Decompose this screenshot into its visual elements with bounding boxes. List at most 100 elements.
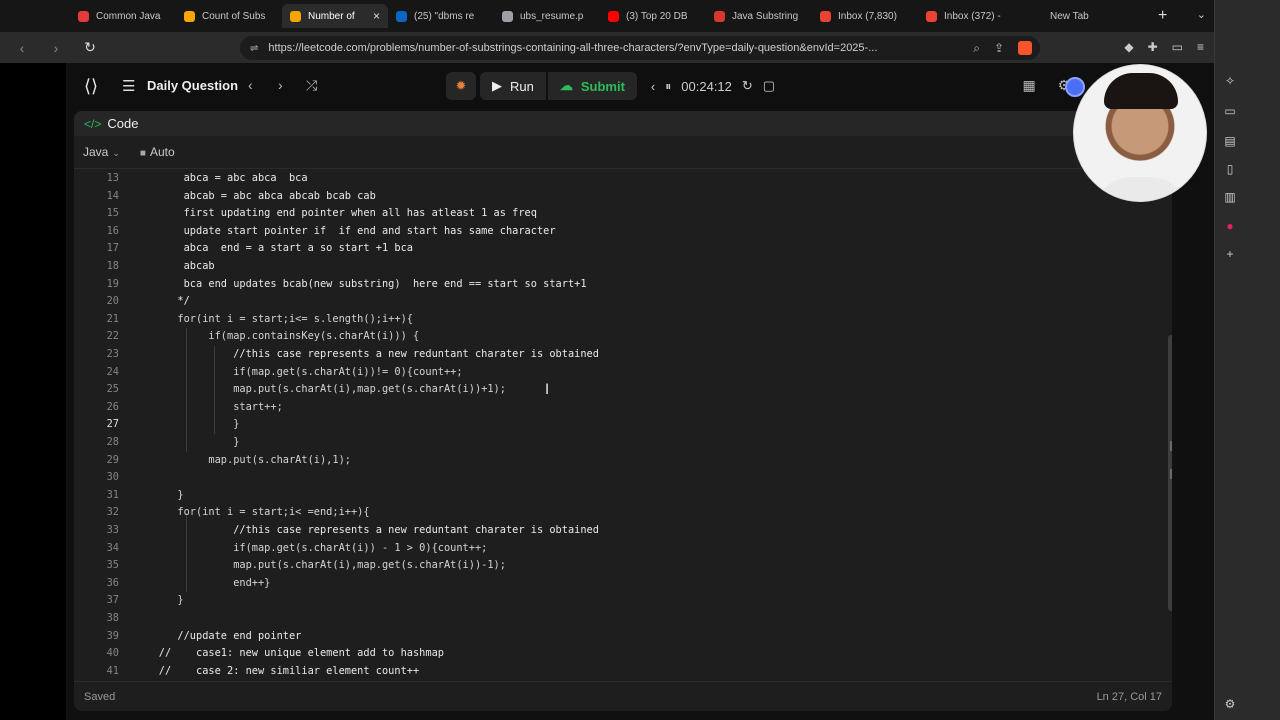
tab-favicon-icon [396, 10, 407, 22]
code-editor[interactable]: 13 abca = abc abca bca 14 abcab = abc abc… [74, 170, 1172, 681]
browser-tab[interactable]: New Tab [1024, 4, 1130, 28]
browser-tab[interactable]: Common Java [70, 4, 176, 28]
code-line[interactable]: 36 end++} [74, 575, 1154, 593]
tab-favicon-icon [714, 10, 725, 22]
brave-shields-icon[interactable] [1018, 40, 1032, 55]
upload-cloud-icon: ☁ [559, 78, 573, 93]
menu-icon[interactable]: ≡ [1197, 40, 1204, 54]
text-cursor-icon: I [545, 382, 550, 398]
code-panel-header: </> Code [74, 111, 1172, 136]
code-line[interactable]: 34 if(map.get(s.charAt(i)) - 1 > 0){coun… [74, 540, 1154, 558]
layout-icon[interactable]: ▦ [1022, 77, 1035, 94]
browser-tab[interactable]: Inbox (7,830) [812, 4, 918, 28]
daily-question-title[interactable]: Daily Question [147, 78, 238, 93]
code-line[interactable]: 32 for(int i = start;i< =end;i++){ [74, 504, 1154, 522]
code-line[interactable]: 40 // case1: new unique element add to h… [74, 645, 1154, 663]
code-line[interactable]: 17 abca end = a start a so start +1 bca [74, 240, 1154, 258]
music-icon[interactable]: ● [1215, 219, 1245, 233]
line-number: 26 [106, 400, 119, 413]
chat-icon[interactable]: ▭ [1215, 104, 1245, 118]
code-line[interactable]: 28 } [74, 434, 1154, 452]
zoom-icon[interactable]: ⌕ [973, 41, 980, 56]
code-line[interactable]: 27 } [74, 416, 1154, 434]
code-line[interactable]: 37 } [74, 592, 1154, 610]
code-line[interactable]: 30 [74, 469, 1154, 487]
code-line[interactable]: 33 //this case represents a new reduntan… [74, 522, 1154, 540]
code-text: //this case represents a new reduntant c… [134, 348, 599, 360]
code-line[interactable]: 13 abca = abc abca bca [74, 170, 1154, 188]
browser-tab[interactable]: ubs_resume.p [494, 4, 600, 28]
code-line[interactable]: 16 update start pointer if if end and st… [74, 223, 1154, 241]
code-line[interactable]: 20 */ [74, 293, 1154, 311]
code-line[interactable]: 18 abcab [74, 258, 1154, 276]
bookmark-icon[interactable]: ▯ [1215, 162, 1245, 176]
auto-mode-label: Auto [149, 145, 175, 159]
code-line[interactable]: 15 first updating end pointer when all h… [74, 205, 1154, 223]
line-number: 41 [106, 664, 119, 677]
code-line[interactable]: 29 map.put(s.charAt(i),1); [74, 452, 1154, 470]
tab-title: ubs_resume.p [520, 10, 584, 22]
code-text: //update end pointer [134, 629, 302, 642]
code-text: abca end = a start a so start +1 bca [134, 242, 413, 255]
avatar[interactable] [1065, 77, 1085, 97]
add-panel-icon[interactable]: + [1215, 247, 1245, 261]
submit-button[interactable]: ☁ Submit [547, 72, 637, 100]
code-line[interactable]: 39 //update end pointer [74, 628, 1154, 646]
notes-icon[interactable]: ▢ [763, 78, 775, 94]
code-line[interactable]: 14 abcab = abc abca abcab bcab cab [74, 188, 1154, 206]
code-line[interactable]: 35 map.put(s.charAt(i),map.get(s.charAt(… [74, 557, 1154, 575]
site-info-icon[interactable]: ⇌ [250, 43, 258, 54]
code-line[interactable]: 22 if(map.containsKey(s.charAt(i))) { [74, 328, 1154, 346]
run-button[interactable]: ▶ Run [480, 72, 546, 100]
tab-list-chevron-icon[interactable]: ⌄ [1197, 8, 1206, 21]
puzzle-icon[interactable]: ✚ [1148, 40, 1158, 54]
leetcode-page: ⟨⟩ ☰ Daily Question ‹ › ⤮ ✹ ▶ Run ☁ Subm… [66, 63, 1214, 720]
sidebar-toggle-icon[interactable]: ▭ [1172, 40, 1183, 54]
code-line[interactable]: 23 //this case represents a new reduntan… [74, 346, 1154, 364]
line-number: 33 [106, 524, 119, 536]
reset-timer-icon[interactable]: ↻ [742, 78, 753, 94]
browser-tab[interactable]: (3) Top 20 DB [600, 4, 706, 28]
problem-list-icon[interactable]: ☰ [122, 77, 135, 95]
reload-icon[interactable]: ↻ [78, 39, 102, 56]
leetcode-logo-icon[interactable]: ⟨⟩ [84, 76, 98, 97]
address-bar[interactable]: ⇌ https://leetcode.com/problems/number-o… [240, 36, 1040, 60]
reading-list-icon[interactable]: ▤ [1215, 134, 1245, 148]
tab-favicon-icon [926, 10, 937, 22]
browser-tab[interactable]: Java Substring [706, 4, 812, 28]
new-tab-plus-icon[interactable]: + [1158, 7, 1167, 25]
line-number: 21 [106, 312, 119, 325]
code-line[interactable]: 21 for(int i = start;i<= s.length();i++)… [74, 311, 1154, 329]
code-line[interactable]: 25 map.put(s.charAt(i),map.get(s.charAt(… [74, 381, 1154, 399]
collapse-timer-icon[interactable]: ‹ [651, 79, 655, 94]
code-line[interactable]: 41 // case 2: new similiar element count… [74, 663, 1154, 681]
browser-tab[interactable]: Inbox (372) - [918, 4, 1024, 28]
book-icon[interactable]: ▥ [1215, 190, 1245, 204]
next-problem-icon[interactable]: › [278, 77, 283, 93]
pin-icon[interactable]: ✧ [1215, 74, 1245, 88]
shuffle-icon[interactable]: ⤮ [306, 77, 317, 94]
browser-tab[interactable]: Count of Subs [176, 4, 282, 28]
tab-title: New Tab [1050, 10, 1089, 22]
timer[interactable]: ‹ ⏸ 00:24:12 ↻ ▢ [651, 78, 775, 94]
debug-button[interactable]: ✹ [446, 72, 476, 100]
back-arrow-icon[interactable]: ‹ [10, 40, 34, 56]
language-select[interactable]: Java ⌄ [83, 145, 120, 159]
browser-tab[interactable]: Number of × [282, 4, 388, 28]
forward-arrow-icon[interactable]: › [44, 40, 68, 56]
code-line[interactable]: 31 } [74, 487, 1154, 505]
auto-mode-toggle[interactable]: ■ Auto [140, 145, 175, 159]
pause-icon[interactable]: ⏸ [665, 79, 671, 94]
code-line[interactable]: 24 if(map.get(s.charAt(i))!= 0){count++; [74, 364, 1154, 382]
prev-problem-icon[interactable]: ‹ [248, 77, 253, 93]
tab-title: Inbox (7,830) [838, 10, 897, 22]
close-tab-icon[interactable]: × [373, 9, 380, 23]
code-line[interactable]: 26 start++; [74, 399, 1154, 417]
sidebar-settings-icon[interactable]: ⚙ [1215, 697, 1245, 711]
browser-tab[interactable]: (25) "dbms re [388, 4, 494, 28]
code-line[interactable]: 38 [74, 610, 1154, 628]
extension-icon[interactable]: ◆ [1124, 40, 1133, 54]
code-text: */ [134, 295, 190, 308]
code-line[interactable]: 19 bca end updates bcab(new substring) h… [74, 276, 1154, 294]
share-icon[interactable]: ⇪ [994, 41, 1004, 56]
